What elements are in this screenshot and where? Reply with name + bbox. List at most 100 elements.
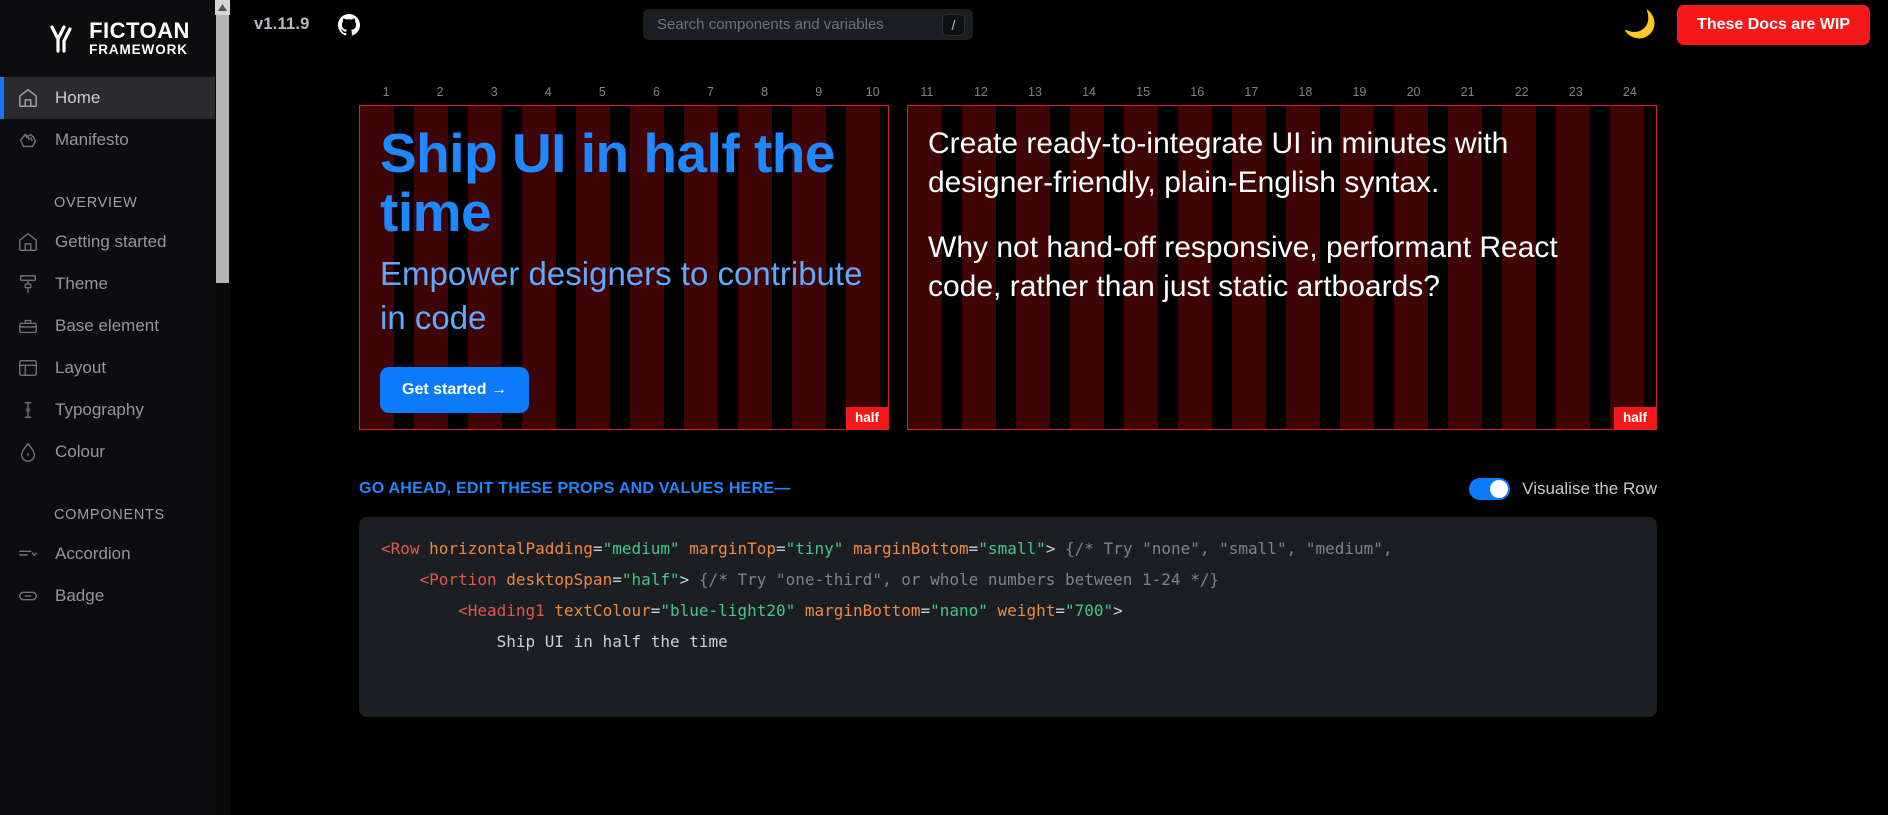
get-started-button[interactable]: Get started → [380, 366, 529, 413]
sidebar-item-label: Colour [55, 442, 106, 461]
code-comment: {/* Try "one-third", or whole numbers be… [698, 569, 1220, 589]
ruler-tick: 5 [598, 85, 606, 99]
props-section-title: GO AHEAD, EDIT THESE PROPS AND VALUES HE… [359, 479, 791, 497]
ruler-tick: 13 [1028, 85, 1042, 99]
ruler-tick: 9 [815, 85, 823, 99]
span-badge: half [845, 406, 888, 429]
version-label: v1.11.9 [254, 15, 310, 33]
code-attr: marginTop [689, 538, 776, 558]
ruler-tick: 16 [1190, 85, 1205, 99]
code-punc: > [679, 569, 690, 589]
code-value: "nano" [930, 600, 988, 620]
code-tag: <Heading1 [458, 600, 545, 620]
ruler-tick: 17 [1244, 85, 1259, 99]
ruler-tick: 4 [544, 85, 552, 99]
sidebar-item-colour[interactable]: Colour [0, 431, 230, 473]
code-comment: {/* Try "none", "small", "medium", [1065, 538, 1393, 558]
sidebar-item-label: Base element [55, 316, 159, 335]
ruler-tick: 21 [1460, 85, 1475, 99]
droplet-icon [17, 441, 39, 463]
sidebar-item-label: Accordion [55, 544, 131, 563]
code-attr: marginBottom [804, 600, 921, 620]
ruler-tick: 6 [652, 85, 660, 99]
sidebar-item-label: Typography [55, 400, 144, 419]
github-icon[interactable] [337, 13, 360, 36]
home-icon [17, 231, 39, 253]
sidebar-item-accordion[interactable]: Accordion [0, 533, 230, 575]
sidebar-item-manifesto[interactable]: Manifesto [0, 119, 230, 161]
ruler-tick: 8 [761, 85, 769, 99]
hero-portion-right: Create ready-to-integrate UI in minutes … [907, 105, 1657, 430]
code-text: Ship UI in half the time [496, 631, 728, 651]
fist-icon [17, 129, 39, 151]
visualise-row-toggle[interactable] [1469, 477, 1511, 500]
layout-icon [17, 357, 39, 379]
visualise-row-label: Visualise the Row [1522, 478, 1657, 498]
logo[interactable]: FICTOAN FRAMEWORK [0, 0, 230, 77]
ruler-tick: 7 [707, 85, 714, 99]
code-editor[interactable]: <Row horizontalPadding="medium" marginTo… [359, 516, 1657, 717]
sidebar-item-typography[interactable]: Typography [0, 389, 230, 431]
sidebar-item-base-element[interactable]: Base element [0, 305, 230, 347]
ruler-tick: 10 [865, 85, 880, 99]
span-badge: half [1613, 406, 1656, 429]
code-value: "blue-light20" [660, 600, 796, 620]
page-title: Ship UI in half the time [380, 122, 835, 243]
sidebar-item-label: Layout [55, 358, 107, 377]
sidebar-item-getting-started[interactable]: Getting started [0, 221, 230, 263]
ruler-tick: 11 [920, 85, 934, 99]
ruler-tick: 14 [1082, 85, 1096, 99]
logo-line-2: FRAMEWORK [89, 42, 188, 58]
sidebar-section-overview: OVERVIEW [54, 195, 138, 211]
code-attr: marginBottom [853, 538, 969, 558]
sidebar-item-label: Getting started [55, 232, 167, 251]
ruler-tick: 19 [1352, 85, 1367, 99]
ruler-tick: 1 [382, 85, 390, 99]
hero-paragraph-1: Create ready-to-integrate UI in minutes … [928, 127, 1509, 199]
sidebar-item-layout[interactable]: Layout [0, 347, 230, 389]
search-shortcut-badge: / [942, 13, 965, 36]
hero-subtitle: Empower designers to contribute in code [380, 254, 863, 337]
code-value: "medium" [602, 538, 680, 558]
sidebar-item-theme[interactable]: Theme [0, 263, 230, 305]
sidebar-item-label: Theme [55, 274, 108, 293]
docs-wip-button[interactable]: These Docs are WIP [1677, 4, 1870, 45]
toggle-knob [1490, 479, 1509, 498]
search-input[interactable]: Search components and variables / [643, 9, 973, 40]
ruler-tick: 24 [1622, 85, 1637, 99]
code-attr: desktopSpan [506, 569, 613, 589]
sidebar-section-components: COMPONENTS [54, 507, 165, 523]
ruler-tick: 15 [1136, 85, 1151, 99]
code-value: "half" [621, 569, 680, 589]
toolbox-icon [17, 315, 39, 337]
home-icon [17, 87, 39, 109]
sidebar-item-badge[interactable]: Badge [0, 575, 230, 617]
ruler-tick: 12 [973, 85, 988, 99]
accordion-icon [17, 543, 39, 565]
ruler-tick: 23 [1568, 85, 1583, 99]
sidebar-item-label: Badge [55, 586, 105, 605]
code-value: "small" [978, 538, 1046, 558]
scroll-up-arrow-icon[interactable] [215, 0, 230, 15]
fictoan-logo-icon [46, 22, 80, 56]
code-tag: <Portion [419, 569, 497, 589]
paint-roller-icon [17, 273, 39, 295]
sidebar-scrollbar[interactable] [215, 0, 230, 815]
code-punc: > [1045, 538, 1056, 558]
scrollbar-thumb[interactable] [216, 15, 229, 283]
search-placeholder: Search components and variables [657, 16, 884, 33]
code-attr: horizontalPadding [429, 538, 593, 558]
logo-line-1: FICTOAN [89, 18, 190, 44]
code-tag: <Row [381, 538, 420, 558]
page-content: 1 2 3 4 5 6 7 8 9 10 11 12 13 14 15 16 1… [230, 85, 1888, 717]
ruler-tick: 18 [1298, 85, 1313, 99]
sidebar-item-label: Home [55, 88, 101, 107]
main-content: v1.11.9 Search components and variables … [230, 0, 1888, 815]
top-bar: v1.11.9 Search components and variables … [230, 0, 1888, 49]
app-root: FICTOAN FRAMEWORK Home Manifesto OVERVIE… [0, 0, 1888, 815]
sidebar: FICTOAN FRAMEWORK Home Manifesto OVERVIE… [0, 0, 230, 815]
ruler-tick: 3 [490, 85, 498, 99]
code-value: "700" [1064, 600, 1114, 620]
moon-sparkles-icon[interactable]: 🌙 [1623, 11, 1657, 38]
sidebar-item-home[interactable]: Home [0, 77, 230, 119]
